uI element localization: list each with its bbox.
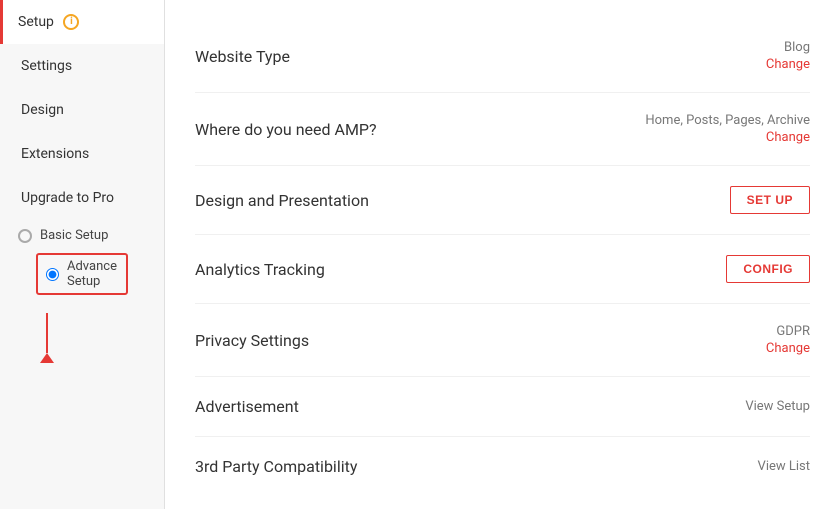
advance-setup-radio[interactable] xyxy=(46,268,59,281)
sidebar-item-setup[interactable]: Setup i xyxy=(0,0,164,44)
setting-label-analytics-tracking: Analytics Tracking xyxy=(195,260,325,279)
setting-label-amp-location: Where do you need AMP? xyxy=(195,120,377,139)
setting-label-design-presentation: Design and Presentation xyxy=(195,191,369,210)
setting-action-amp-location: Home, Posts, Pages, Archive Change xyxy=(645,113,810,145)
setting-label-third-party: 3rd Party Compatibility xyxy=(195,457,357,476)
sidebar-upgrade-label: Upgrade to Pro xyxy=(21,190,114,206)
setting-action-privacy-settings: GDPR Change xyxy=(766,324,810,356)
sidebar-design-label: Design xyxy=(21,102,64,118)
action-link-advertisement[interactable]: View Setup xyxy=(745,399,810,414)
setting-row-privacy-settings: Privacy Settings GDPR Change xyxy=(195,304,810,377)
arrow-up-indicator xyxy=(40,313,146,363)
setting-action-website-type: Blog Change xyxy=(766,40,810,72)
setting-label-website-type: Website Type xyxy=(195,47,290,66)
basic-setup-radio-item[interactable]: Basic Setup xyxy=(18,228,146,243)
setup-radio-group: Basic Setup Advance Setup xyxy=(0,220,164,375)
sidebar-settings-label: Settings xyxy=(21,58,72,74)
main-content: Website TypeBlogChangeWhere do you need … xyxy=(165,0,840,509)
setting-row-design-presentation: Design and Presentation SET UP xyxy=(195,166,810,235)
action-link-website-type[interactable]: Change xyxy=(766,57,810,72)
setting-row-amp-location: Where do you need AMP? Home, Posts, Pages… xyxy=(195,93,810,166)
sidebar-item-extensions[interactable]: Extensions xyxy=(0,132,164,176)
action-button-analytics-tracking[interactable]: CONFIG xyxy=(726,255,810,283)
sidebar-item-settings[interactable]: Settings xyxy=(0,44,164,88)
setting-action-third-party: View List xyxy=(758,459,810,474)
setting-row-advertisement: Advertisement View Setup xyxy=(195,377,810,437)
setting-row-third-party: 3rd Party Compatibility View List xyxy=(195,437,810,496)
sidebar-setup-label: Setup xyxy=(18,14,54,30)
setting-action-analytics-tracking: CONFIG xyxy=(726,255,810,283)
sidebar-extensions-label: Extensions xyxy=(21,146,89,162)
action-link-amp-location[interactable]: Change xyxy=(766,130,810,145)
basic-setup-radio[interactable] xyxy=(18,229,32,243)
sidebar: Setup i Settings Design Extensions Upgra… xyxy=(0,0,165,509)
advance-setup-box: Advance Setup xyxy=(36,253,128,295)
setting-action-advertisement: View Setup xyxy=(745,399,810,414)
basic-setup-label: Basic Setup xyxy=(40,228,108,243)
sidebar-item-design[interactable]: Design xyxy=(0,88,164,132)
action-button-design-presentation[interactable]: SET UP xyxy=(730,186,810,214)
info-icon: i xyxy=(63,14,79,30)
action-primary-website-type: Blog xyxy=(784,40,810,55)
action-primary-privacy-settings: GDPR xyxy=(776,324,810,339)
action-link-third-party[interactable]: View List xyxy=(758,459,810,474)
advance-setup-label: Advance Setup xyxy=(67,259,118,289)
setting-label-privacy-settings: Privacy Settings xyxy=(195,331,309,350)
action-link-privacy-settings[interactable]: Change xyxy=(766,341,810,356)
advance-setup-container: Advance Setup xyxy=(18,251,146,297)
setting-action-design-presentation: SET UP xyxy=(730,186,810,214)
setting-row-analytics-tracking: Analytics Tracking CONFIG xyxy=(195,235,810,304)
setting-label-advertisement: Advertisement xyxy=(195,397,299,416)
sidebar-item-upgrade[interactable]: Upgrade to Pro xyxy=(0,176,164,220)
action-primary-amp-location: Home, Posts, Pages, Archive xyxy=(645,113,810,128)
setting-row-website-type: Website Type Blog Change xyxy=(195,20,810,93)
